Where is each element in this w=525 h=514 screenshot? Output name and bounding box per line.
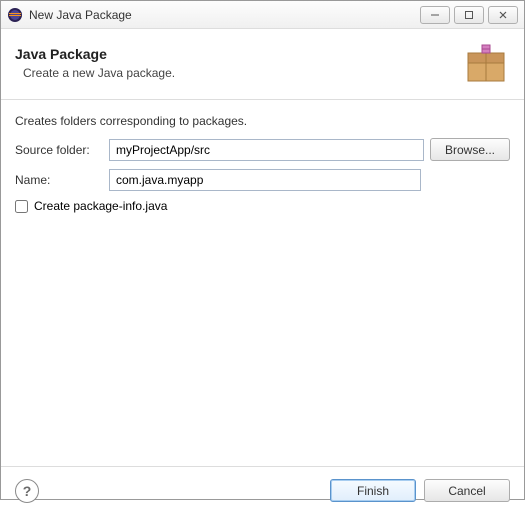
finish-button[interactable]: Finish (330, 479, 416, 502)
source-folder-input[interactable] (109, 139, 424, 161)
dialog-content: Creates folders corresponding to package… (1, 100, 524, 466)
header-title: Java Package (15, 46, 175, 62)
package-icon (462, 39, 510, 87)
close-button[interactable] (488, 6, 518, 24)
cancel-button[interactable]: Cancel (424, 479, 510, 502)
header-subtitle: Create a new Java package. (15, 66, 175, 80)
browse-button[interactable]: Browse... (430, 138, 510, 161)
create-package-info-row: Create package-info.java (15, 199, 510, 213)
window-titlebar: New Java Package (1, 1, 524, 29)
window-controls (420, 6, 518, 24)
maximize-button[interactable] (454, 6, 484, 24)
source-folder-label: Source folder: (15, 143, 103, 157)
name-label: Name: (15, 173, 103, 187)
header-text: Java Package Create a new Java package. (15, 46, 175, 80)
window-title: New Java Package (29, 8, 132, 22)
help-button[interactable]: ? (15, 479, 39, 503)
help-icon: ? (23, 483, 32, 499)
dialog-button-bar: ? Finish Cancel (1, 466, 524, 514)
minimize-button[interactable] (420, 6, 450, 24)
name-input[interactable] (109, 169, 421, 191)
create-package-info-label: Create package-info.java (34, 199, 167, 213)
eclipse-icon (7, 7, 23, 23)
content-description: Creates folders corresponding to package… (15, 114, 510, 128)
create-package-info-checkbox[interactable] (15, 200, 28, 213)
dialog-header: Java Package Create a new Java package. (1, 29, 524, 100)
name-row: Name: (15, 169, 510, 191)
source-folder-row: Source folder: Browse... (15, 138, 510, 161)
